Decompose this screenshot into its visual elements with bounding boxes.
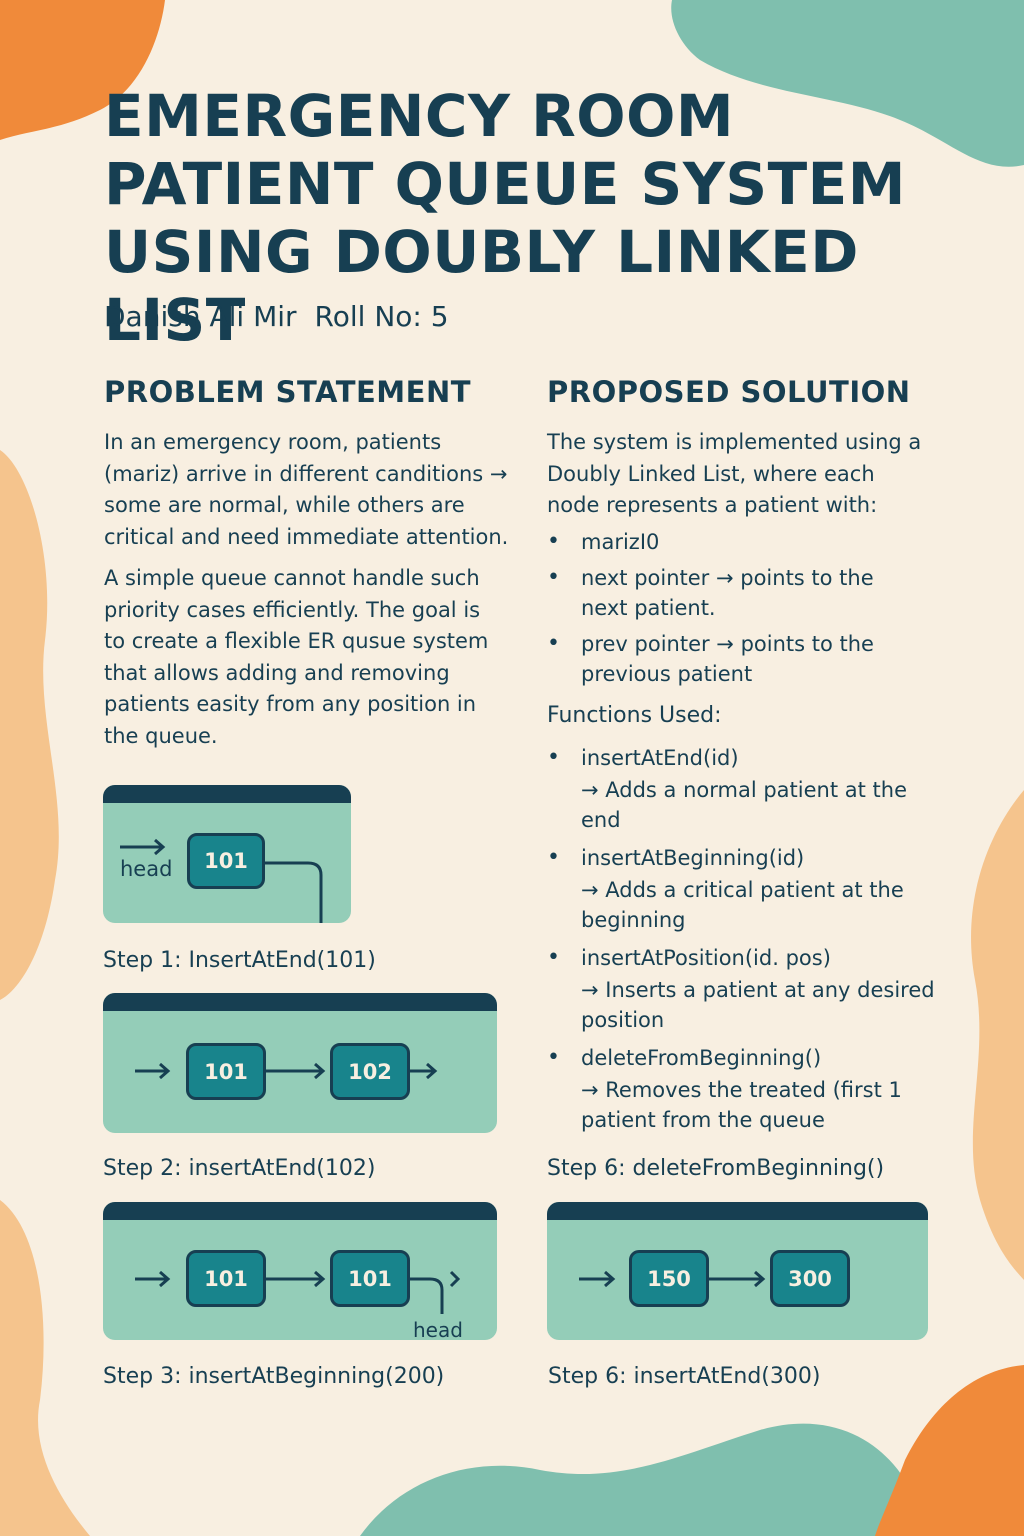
title-line-1: EMERGENCY ROOM	[104, 82, 735, 150]
tail-arrow	[409, 1062, 438, 1080]
head-arrow	[120, 838, 166, 856]
author-line: Danish Ali Mir Roll No: 5	[104, 300, 449, 333]
author-name: Danish Ali Mir	[104, 300, 297, 333]
node-box: 101	[186, 1250, 266, 1307]
function-item: insertAtPosition(id. pos) → Inserts a pa…	[547, 943, 947, 1035]
function-desc: → Adds a normal patient at the end	[581, 778, 907, 832]
step6-arrows	[579, 1270, 766, 1288]
blob-bottom-teal	[360, 1423, 912, 1536]
head-label: head	[120, 857, 173, 881]
functions-heading: Functions Used:	[547, 703, 722, 728]
node-box: 101	[186, 1043, 266, 1100]
tail-link	[409, 1277, 444, 1314]
node-box: 102	[330, 1043, 410, 1100]
node-box: 101	[187, 833, 265, 889]
head-arrow	[135, 1270, 171, 1288]
function-name: deleteFromBeginning()	[581, 1046, 822, 1070]
field-item: marizI0	[547, 527, 907, 557]
step6-diagram: 150 300	[547, 1202, 928, 1340]
tail-arrowhead	[449, 1270, 461, 1288]
function-item: deleteFromBeginning() → Removes the trea…	[547, 1043, 947, 1135]
head-arrow	[579, 1270, 616, 1288]
solution-heading: PROPOSED SOLUTION	[547, 375, 911, 409]
field-item: next pointer → points to the next patien…	[547, 563, 907, 623]
step3-diagram: 101 101 head	[103, 1202, 497, 1340]
problem-paragraph-1: In an emergency room, patients (mariz) a…	[104, 430, 509, 549]
blob-right-mid	[971, 790, 1024, 1280]
step1-diagram: head 101	[103, 785, 351, 923]
head-label: head	[413, 1318, 463, 1340]
function-name: insertAtEnd(id)	[581, 746, 739, 770]
problem-heading: PROBLEM STATEMENT	[104, 375, 472, 409]
head-arrow	[135, 1062, 171, 1080]
node-fields-list: marizI0 next pointer → points to the nex…	[547, 527, 907, 689]
node-box: 101	[330, 1250, 410, 1307]
step3-caption: Step 3: insertAtBeginning(200)	[103, 1364, 445, 1389]
function-desc: → Removes the treated (first 1 patient f…	[581, 1078, 902, 1132]
blob-bottom-right	[875, 1365, 1024, 1536]
functions-list: insertAtEnd(id) → Adds a normal patient …	[547, 743, 947, 1135]
function-name: insertAtPosition(id. pos)	[581, 946, 831, 970]
blob-left-mid	[0, 450, 59, 1000]
title-line-2: PATIENT QUEUE SYSTEM	[104, 150, 907, 218]
blob-bottom-left	[0, 1200, 90, 1536]
node-box: 300	[770, 1250, 850, 1307]
step2-arrows	[135, 1062, 438, 1080]
step1-caption: Step 1: InsertAtEnd(101)	[103, 948, 376, 973]
node-box: 150	[629, 1250, 709, 1307]
function-item: insertAtBeginning(id) → Adds a critical …	[547, 843, 947, 935]
next-link	[265, 1270, 326, 1288]
next-link	[265, 1062, 326, 1080]
step6-insert-caption: Step 6: insertAtEnd(300)	[548, 1364, 821, 1389]
function-item: insertAtEnd(id) → Adds a normal patient …	[547, 743, 947, 835]
step2-caption: Step 2: insertAtEnd(102)	[103, 1156, 376, 1181]
next-link	[707, 1270, 766, 1288]
step2-diagram: 101 102	[103, 993, 497, 1133]
problem-paragraph-2: A simple queue cannot handle such priori…	[104, 566, 489, 748]
function-desc: → Adds a critical patient at the beginni…	[581, 878, 904, 932]
next-link	[265, 861, 323, 923]
step6-delete-caption: Step 6: deleteFromBeginning()	[547, 1156, 885, 1181]
title-line-3: USING DOUBLY LINKED LIST	[104, 218, 859, 354]
solution-intro: The system is implemented using a Doubly…	[547, 430, 922, 517]
field-item: prev pointer → points to the previous pa…	[547, 629, 907, 689]
function-name: insertAtBeginning(id)	[581, 846, 805, 870]
roll-number: Roll No: 5	[314, 300, 449, 333]
function-desc: → Inserts a patient at any desired posit…	[581, 978, 935, 1032]
